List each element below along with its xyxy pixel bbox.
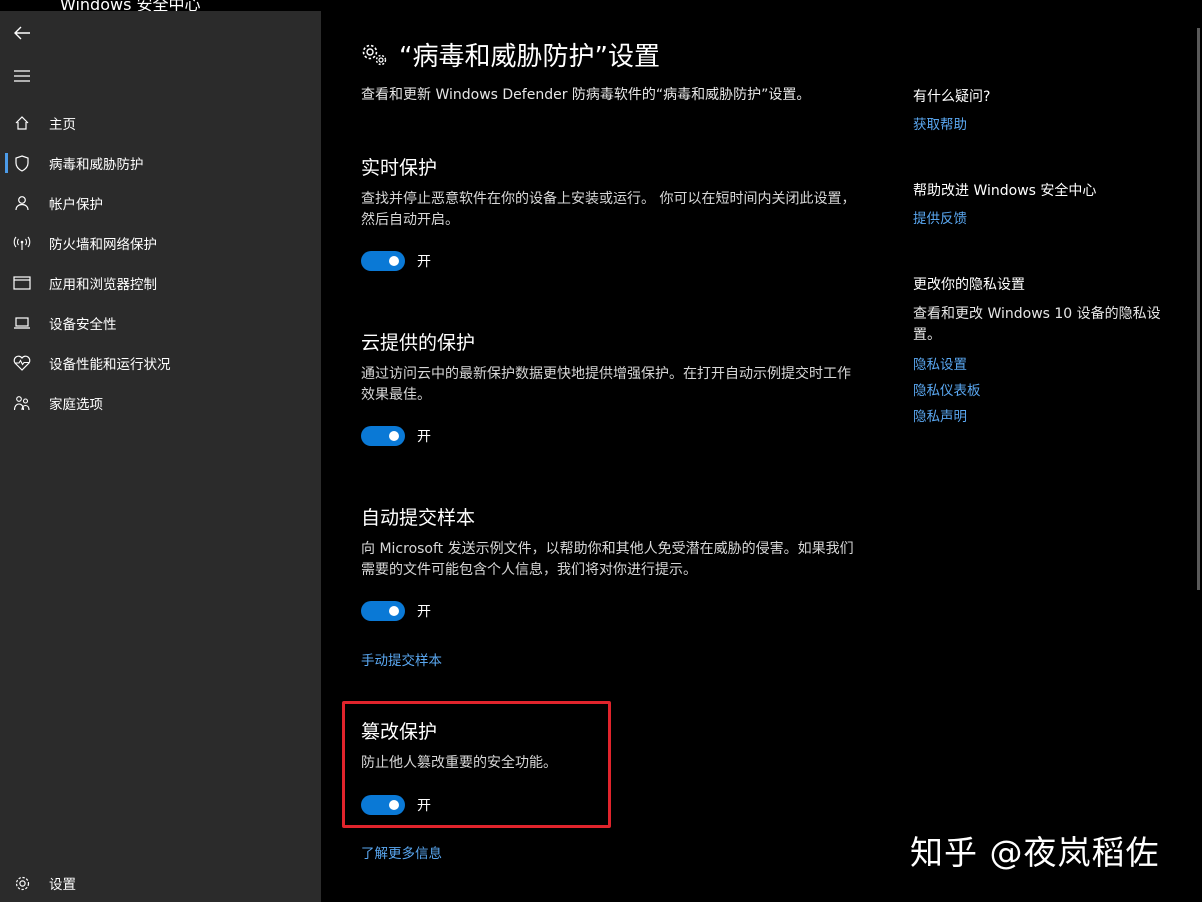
- privacy-heading: 更改你的隐私设置: [913, 277, 1025, 293]
- menu-button[interactable]: [8, 62, 36, 90]
- active-indicator: [5, 153, 8, 173]
- sidebar-item-label: 病毒和威胁防护: [49, 157, 144, 173]
- section-heading: 自动提交样本: [361, 507, 476, 529]
- page-title-text: “病毒和威胁防护”设置: [399, 42, 660, 72]
- get-help-link[interactable]: 获取帮助: [913, 113, 967, 133]
- title-bar: Windows 安全中心: [0, 0, 321, 11]
- shield-icon: [13, 154, 31, 172]
- window-icon: [13, 274, 31, 292]
- improve-heading: 帮助改进 Windows 安全中心: [913, 183, 1097, 199]
- section-description: 通过访问云中的最新保护数据更快地提供增强保护。在打开自动示例提交时工作效果最佳。: [361, 366, 851, 403]
- hamburger-icon: [14, 70, 30, 82]
- sidebar-item-family-options[interactable]: 家庭选项: [0, 385, 321, 421]
- cloud-protection-toggle[interactable]: [361, 426, 405, 446]
- section-description: 查找并停止恶意软件在你的设备上安装或运行。 你可以在短时间内关闭此设置，然后自动…: [361, 191, 856, 228]
- watermark: 知乎 @夜岚稻佐: [910, 833, 1160, 872]
- gear-icon: [13, 874, 31, 892]
- sidebar-item-label: 帐户保护: [49, 197, 103, 213]
- section-realtime-protection: 实时保护 查找并停止恶意软件在你的设备上安装或运行。 你可以在短时间内关闭此设置…: [361, 153, 861, 271]
- sample-submission-toggle[interactable]: [361, 601, 405, 621]
- section-sample-submission: 自动提交样本 向 Microsoft 发送示例文件，以帮助你和其他人免受潜在威胁…: [361, 503, 861, 669]
- realtime-protection-toggle[interactable]: [361, 251, 405, 271]
- page-subtitle: 查看和更新 Windows Defender 防病毒软件的“病毒和威胁防护”设置…: [361, 87, 811, 103]
- privacy-settings-link[interactable]: 隐私设置: [913, 353, 967, 373]
- sidebar-item-virus-protection[interactable]: 病毒和威胁防护: [0, 145, 321, 181]
- home-icon: [13, 114, 31, 132]
- sidebar: 主页 病毒和威胁防护 帐户保护 防火墙和网络保护 应用和浏览器控制 设备安全性 …: [0, 11, 321, 902]
- sidebar-item-label: 防火墙和网络保护: [49, 237, 157, 253]
- sidebar-item-home[interactable]: 主页: [0, 105, 321, 141]
- gears-icon: [362, 44, 387, 65]
- title-bar-text: Windows 安全中心: [60, 0, 201, 11]
- question-heading: 有什么疑问?: [913, 89, 991, 105]
- toggle-state-label: 开: [417, 254, 431, 270]
- sidebar-item-app-browser[interactable]: 应用和浏览器控制: [0, 265, 321, 301]
- sidebar-item-account-protection[interactable]: 帐户保护: [0, 185, 321, 221]
- person-icon: [13, 194, 31, 212]
- sidebar-item-settings[interactable]: 设置: [0, 865, 321, 901]
- sidebar-item-label: 应用和浏览器控制: [49, 277, 157, 293]
- back-arrow-icon: [14, 26, 30, 40]
- scrollbar[interactable]: [1197, 28, 1200, 590]
- sidebar-item-label: 设置: [49, 877, 76, 893]
- sidebar-item-firewall[interactable]: 防火墙和网络保护: [0, 225, 321, 261]
- back-button[interactable]: [8, 19, 36, 47]
- sidebar-item-device-security[interactable]: 设备安全性: [0, 305, 321, 341]
- section-heading: 实时保护: [361, 157, 438, 179]
- learn-more-link[interactable]: 了解更多信息: [361, 842, 442, 862]
- highlight-box: [342, 701, 611, 828]
- section-description: 向 Microsoft 发送示例文件，以帮助你和其他人免受潜在威胁的侵害。如果我…: [361, 541, 854, 578]
- sidebar-item-label: 设备性能和运行状况: [49, 357, 171, 373]
- toggle-state-label: 开: [417, 604, 431, 620]
- heart-icon: [13, 354, 31, 372]
- toggle-row: 开: [361, 426, 431, 446]
- app-window: Windows 安全中心 主页 病毒和威胁防护 帐户保护 防火墙和网络保护 应用…: [0, 0, 1202, 902]
- laptop-icon: [13, 314, 31, 332]
- sidebar-item-label: 家庭选项: [49, 397, 103, 413]
- manual-submit-link[interactable]: 手动提交样本: [361, 649, 442, 669]
- sidebar-item-device-performance[interactable]: 设备性能和运行状况: [0, 345, 321, 381]
- sidebar-item-label: 设备安全性: [49, 317, 117, 333]
- page-title: “病毒和威胁防护”设置: [361, 36, 660, 73]
- sidebar-item-label: 主页: [49, 117, 76, 133]
- feedback-link[interactable]: 提供反馈: [913, 207, 967, 227]
- section-cloud-protection: 云提供的保护 通过访问云中的最新保护数据更快地提供增强保护。在打开自动示例提交时…: [361, 328, 861, 446]
- privacy-dashboard-link[interactable]: 隐私仪表板: [913, 379, 981, 399]
- antenna-icon: [13, 234, 31, 252]
- toggle-state-label: 开: [417, 429, 431, 445]
- toggle-row: 开: [361, 601, 431, 621]
- privacy-text: 查看和更改 Windows 10 设备的隐私设置。: [913, 306, 1161, 343]
- toggle-row: 开: [361, 251, 431, 271]
- section-heading: 云提供的保护: [361, 332, 476, 354]
- privacy-statement-link[interactable]: 隐私声明: [913, 405, 967, 425]
- family-icon: [13, 394, 31, 412]
